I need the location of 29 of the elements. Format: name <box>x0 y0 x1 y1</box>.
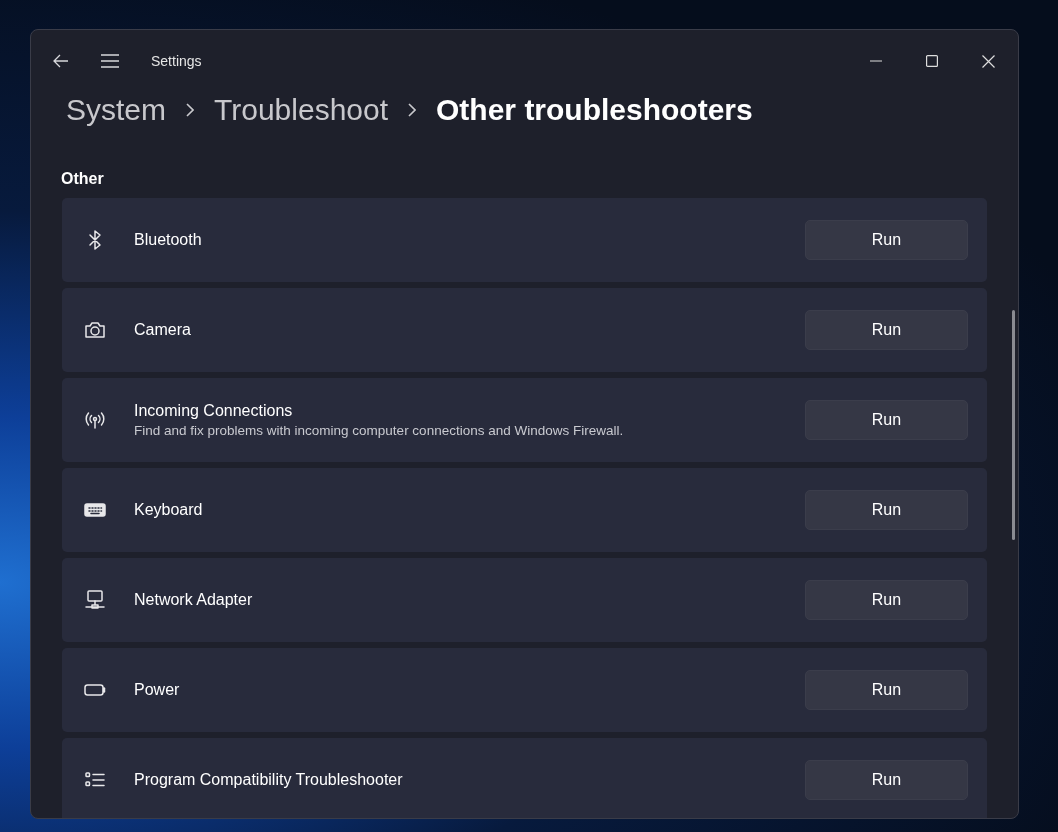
close-icon <box>981 54 995 68</box>
troubleshooter-description: Find and fix problems with incoming computer connections and Windows Firewall. <box>134 423 625 438</box>
run-button[interactable]: Run <box>805 580 968 620</box>
troubleshooter-title: Keyboard <box>134 501 204 519</box>
run-button[interactable]: Run <box>805 310 968 350</box>
troubleshooter-title: Power <box>134 681 181 699</box>
troubleshooter-title: Bluetooth <box>134 231 203 249</box>
run-button[interactable]: Run <box>805 490 968 530</box>
maximize-icon <box>926 55 938 67</box>
minimize-icon <box>870 60 882 62</box>
run-button[interactable]: Run <box>805 400 968 440</box>
troubleshooter-title: Network Adapter <box>134 591 254 609</box>
chevron-icon <box>186 103 195 117</box>
run-button[interactable]: Run <box>805 670 968 710</box>
back-arrow-icon <box>52 52 70 70</box>
breadcrumb-item[interactable]: System <box>66 93 167 127</box>
troubleshooter-title: Camera <box>134 321 192 339</box>
run-button[interactable]: Run <box>805 220 968 260</box>
breadcrumb-item[interactable]: Troubleshoot <box>214 93 389 127</box>
menu-icon <box>100 53 120 69</box>
troubleshooter-title: Program Compatibility Troubleshooter <box>134 771 404 789</box>
window-title: Settings <box>151 53 202 69</box>
scrollbar-thumb[interactable] <box>1012 310 1015 540</box>
breadcrumb-item: Other troubleshooters <box>436 93 753 127</box>
run-button[interactable]: Run <box>805 760 968 800</box>
section-heading: Other <box>61 170 105 188</box>
chevron-icon <box>408 103 417 117</box>
computer-network-icon <box>83 588 107 612</box>
troubleshooter-title: Incoming Connections <box>134 402 294 420</box>
